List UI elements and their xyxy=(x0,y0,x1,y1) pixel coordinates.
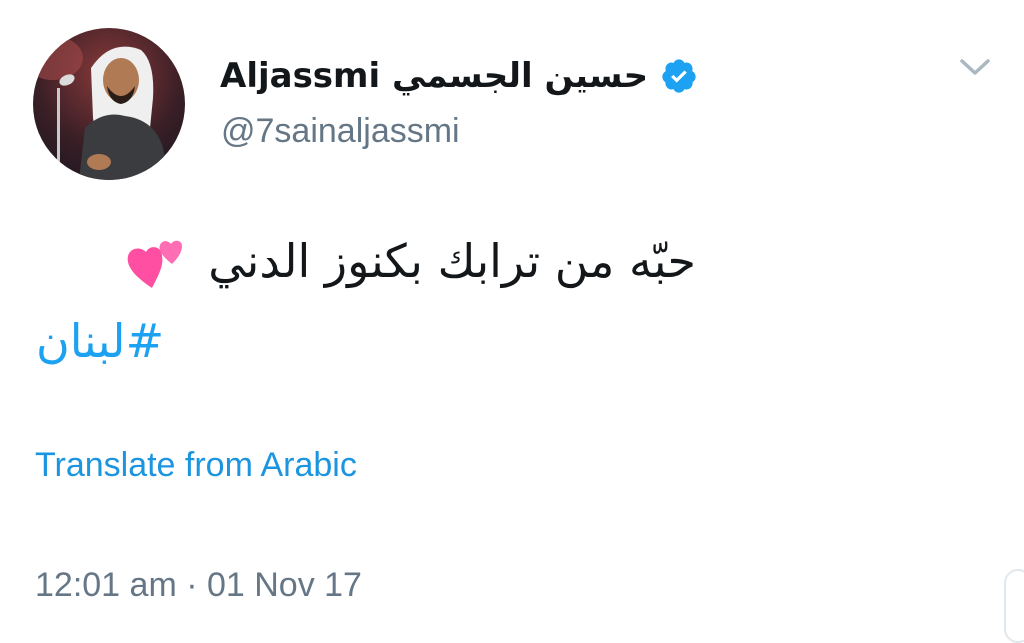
tweet-timestamp[interactable]: 12:01 am · 01 Nov 17 xyxy=(35,566,362,605)
verified-badge-icon xyxy=(660,57,698,95)
avatar[interactable] xyxy=(33,28,185,180)
translate-link[interactable]: Translate from Arabic xyxy=(35,446,357,485)
author-display-name[interactable]: Aljassmi حسين الجسمي xyxy=(220,56,648,96)
chevron-down-icon[interactable] xyxy=(958,56,992,78)
singer-avatar-image xyxy=(33,28,185,180)
two-hearts-icon xyxy=(124,238,188,292)
tweet-text-content: حبّه من ترابك بكنوز الدني xyxy=(208,234,696,288)
tweet-text: حبّه من ترابك بكنوز الدني xyxy=(36,226,696,296)
hashtag-link[interactable]: #لبنان xyxy=(36,306,164,376)
author-row[interactable]: Aljassmi حسين الجسمي xyxy=(220,52,698,100)
author-handle[interactable]: @7sainaljassmi xyxy=(221,112,460,151)
scroll-edge-decoration xyxy=(1004,569,1024,643)
